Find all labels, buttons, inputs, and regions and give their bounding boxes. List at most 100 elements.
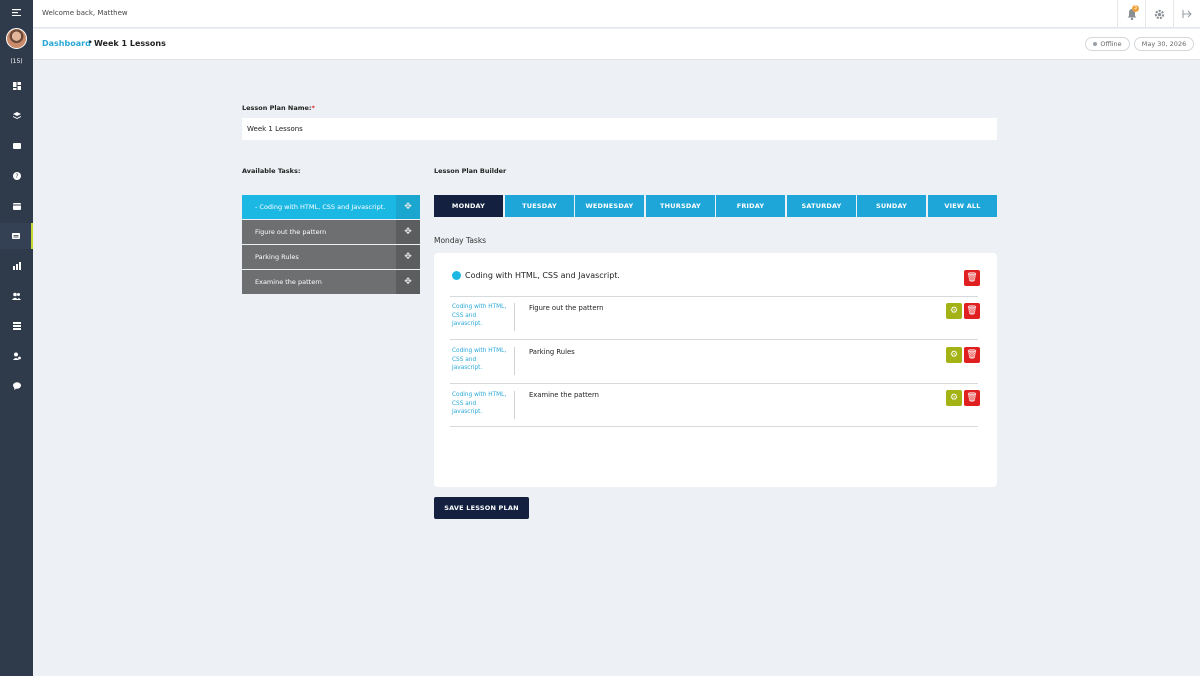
breadcrumb-dashboard-link[interactable]: Dashboard xyxy=(42,39,91,48)
trash-icon: 🗑 xyxy=(966,350,978,360)
users-icon xyxy=(12,292,21,300)
available-task-label: - Coding with HTML, CSS and Javascript. xyxy=(255,203,386,211)
tab-friday[interactable]: FRIDAY xyxy=(716,195,785,217)
dashboard-icon xyxy=(12,82,21,90)
breadcrumb-separator: • xyxy=(88,38,93,47)
logout-icon xyxy=(1182,10,1192,18)
available-task-item[interactable]: Parking Rules ✥ xyxy=(242,245,420,269)
settings-button[interactable] xyxy=(1145,0,1173,28)
date-badge: May 30, 2026 xyxy=(1134,37,1194,51)
sidebar-item-users[interactable] xyxy=(0,283,33,309)
drag-handle-icon[interactable]: ✥ xyxy=(396,245,420,269)
available-task-label: Figure out the pattern xyxy=(255,228,327,236)
sidebar-item-courses[interactable] xyxy=(0,103,33,129)
available-task-label: Examine the pattern xyxy=(255,278,322,286)
divider xyxy=(514,347,515,375)
tab-sunday[interactable]: SUNDAY xyxy=(857,195,926,217)
status-badge: Offline xyxy=(1085,37,1130,51)
sidebar-item-settings[interactable] xyxy=(0,343,33,369)
task-dot-icon xyxy=(452,271,461,280)
main-task: Coding with HTML, CSS and Javascript. xyxy=(452,271,620,280)
sidebar-item-calendar[interactable] xyxy=(0,193,33,219)
notification-badge: 3 xyxy=(1132,5,1139,12)
list-icon xyxy=(11,233,20,239)
avatar[interactable] xyxy=(6,28,27,49)
sidebar-item-reports[interactable] xyxy=(0,253,33,279)
sidebar-item-dashboard[interactable] xyxy=(0,73,33,99)
divider xyxy=(514,303,515,331)
subtask-delete-button[interactable]: 🗑 xyxy=(964,390,980,406)
divider xyxy=(450,426,978,427)
gear-icon: ⚙ xyxy=(949,306,959,316)
svg-text:?: ? xyxy=(15,173,18,180)
drag-handle-icon[interactable]: ✥ xyxy=(396,220,420,244)
user-settings-icon xyxy=(12,352,21,360)
available-task-item[interactable]: - Coding with HTML, CSS and Javascript. … xyxy=(242,195,420,219)
tab-view-all[interactable]: VIEW ALL xyxy=(928,195,997,217)
help-icon: ? xyxy=(12,172,21,180)
subtask-settings-button[interactable]: ⚙ xyxy=(946,390,962,406)
lesson-plan-name-label-text: Lesson Plan Name: xyxy=(242,104,312,112)
day-tasks-card: Coding with HTML, CSS and Javascript. 🗑 … xyxy=(434,253,997,487)
subtask-parent-link[interactable]: Coding with HTML, CSS and Javascript. xyxy=(452,391,507,417)
chat-icon xyxy=(12,382,21,390)
database-icon xyxy=(12,322,21,330)
status-text: Offline xyxy=(1100,40,1122,48)
tab-wednesday[interactable]: WEDNESDAY xyxy=(575,195,644,217)
subtask-parent-link[interactable]: Coding with HTML, CSS and Javascript. xyxy=(452,303,507,329)
tab-thursday[interactable]: THURSDAY xyxy=(646,195,715,217)
available-tasks-label: Available Tasks: xyxy=(242,167,301,175)
trash-icon: 🗑 xyxy=(966,273,978,283)
available-task-label: Parking Rules xyxy=(255,253,299,261)
status-dot-icon xyxy=(1093,42,1098,46)
save-lesson-plan-button[interactable]: SAVE LESSON PLAN xyxy=(434,497,529,519)
available-task-item[interactable]: Figure out the pattern ✥ xyxy=(242,220,420,244)
divider xyxy=(450,296,978,297)
gear-icon xyxy=(1154,9,1165,19)
breadcrumb: Dashboard • Week 1 Lessons Offline May 3… xyxy=(33,29,1200,60)
gear-icon: ⚙ xyxy=(949,350,959,360)
book-icon xyxy=(12,143,21,149)
delete-task-button[interactable]: 🗑 xyxy=(964,270,980,286)
tab-saturday[interactable]: SATURDAY xyxy=(787,195,856,217)
tab-monday[interactable]: MONDAY xyxy=(434,195,503,217)
subtask-name: Figure out the pattern xyxy=(529,304,604,312)
sidebar: (15) ? xyxy=(0,0,33,676)
notifications-button[interactable]: 3 xyxy=(1117,0,1145,28)
sidebar-item-records[interactable] xyxy=(0,313,33,339)
bar-chart-icon xyxy=(12,262,21,270)
sidebar-item-messages[interactable] xyxy=(0,373,33,399)
tab-tuesday[interactable]: TUESDAY xyxy=(505,195,574,217)
drag-handle-icon[interactable]: ✥ xyxy=(396,195,420,219)
page-title: Week 1 Lessons xyxy=(94,39,166,48)
gear-icon: ⚙ xyxy=(949,393,959,403)
divider xyxy=(450,339,978,340)
main-task-label: Coding with HTML, CSS and Javascript. xyxy=(465,271,620,280)
menu-toggle-icon[interactable] xyxy=(0,0,33,24)
subtask-name: Parking Rules xyxy=(529,348,575,356)
calendar-icon xyxy=(12,203,21,210)
drag-handle-icon[interactable]: ✥ xyxy=(396,270,420,294)
trash-icon: 🗑 xyxy=(966,306,978,316)
subtask-settings-button[interactable]: ⚙ xyxy=(946,347,962,363)
subtask-settings-button[interactable]: ⚙ xyxy=(946,303,962,319)
user-level: (15) xyxy=(10,58,23,65)
lesson-plan-builder-label: Lesson Plan Builder xyxy=(434,167,507,175)
sidebar-item-help[interactable]: ? xyxy=(0,163,33,189)
date-text: May 30, 2026 xyxy=(1141,40,1187,48)
required-mark: * xyxy=(311,104,315,112)
layers-icon xyxy=(12,112,21,119)
lesson-plan-name-input[interactable] xyxy=(242,118,997,140)
subtask-name: Examine the pattern xyxy=(529,391,599,399)
subtask-delete-button[interactable]: 🗑 xyxy=(964,347,980,363)
logout-button[interactable] xyxy=(1173,0,1200,28)
trash-icon: 🗑 xyxy=(966,393,978,403)
subtask-delete-button[interactable]: 🗑 xyxy=(964,303,980,319)
welcome-text: Welcome back, Matthew xyxy=(42,9,128,17)
divider xyxy=(514,391,515,419)
sidebar-item-lesson-plans[interactable] xyxy=(0,223,33,249)
sidebar-item-lessons[interactable] xyxy=(0,133,33,159)
lesson-plan-name-label: Lesson Plan Name:* xyxy=(242,104,315,112)
available-task-item[interactable]: Examine the pattern ✥ xyxy=(242,270,420,294)
subtask-parent-link[interactable]: Coding with HTML, CSS and Javascript. xyxy=(452,347,507,373)
